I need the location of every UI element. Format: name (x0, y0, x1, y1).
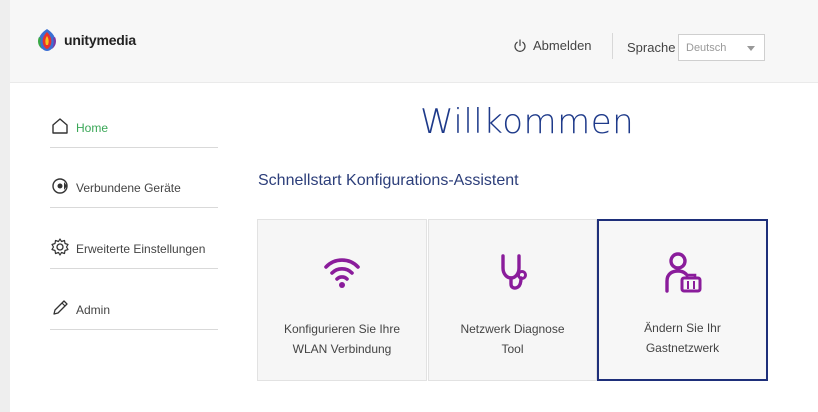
home-icon (52, 118, 68, 134)
tile-label: Netzwerk Diagnose Tool (429, 319, 596, 359)
section-title: Schnellstart Konfigurations-Assistent (258, 172, 519, 189)
tile-label-line1: Netzwerk Diagnose (460, 322, 565, 336)
tile-label-line2: Tool (501, 342, 524, 356)
top-header: unitymedia Abmelden Sprache Deutsch (10, 0, 818, 83)
pencil-icon (53, 300, 68, 315)
sidebar-item-label: Verbundene Geräte (76, 181, 181, 195)
chevron-down-icon (747, 46, 755, 51)
tile-label-line1: Ändern Sie Ihr (644, 321, 721, 335)
wlan-config-tile[interactable]: Konfigurieren Sie Ihre WLAN Verbindung (257, 219, 427, 381)
power-icon (514, 38, 526, 52)
network-diagnose-tile[interactable]: Netzwerk Diagnose Tool (428, 219, 597, 381)
language-selected-value: Deutsch (686, 42, 727, 54)
sidebar-item-devices[interactable]: Verbundene Geräte (50, 176, 218, 208)
guest-user-icon (664, 252, 701, 293)
tile-label: Ändern Sie Ihr Gastnetzwerk (599, 318, 766, 358)
sidebar-item-home[interactable]: Home (50, 116, 218, 148)
sidebar-item-advanced-settings[interactable]: Erweiterte Einstellungen (50, 237, 218, 269)
sidebar-item-label: Erweiterte Einstellungen (76, 242, 206, 256)
logout-label: Abmelden (533, 38, 592, 53)
tile-label: Konfigurieren Sie Ihre WLAN Verbindung (258, 319, 426, 359)
wifi-icon (324, 258, 360, 288)
tile-label-line1: Konfigurieren Sie Ihre (283, 322, 401, 336)
guest-network-tile[interactable]: Ändern Sie Ihr Gastnetzwerk (597, 219, 768, 381)
sidebar-item-label: Admin (76, 303, 111, 317)
sidebar-item-label: Home (76, 121, 109, 135)
logout-button[interactable]: Abmelden (513, 38, 592, 53)
language-select[interactable]: Deutsch (678, 34, 765, 61)
logo-text: unitymedia (64, 32, 136, 48)
gear-icon (51, 238, 69, 256)
tile-label-line2: Gastnetzwerk (645, 341, 720, 355)
header-divider (612, 33, 613, 59)
devices-icon (52, 178, 68, 194)
page-title: Willkommen (420, 102, 635, 142)
left-edge (0, 0, 10, 412)
tile-label-line2: WLAN Verbindung (292, 342, 392, 356)
language-label: Sprache (627, 40, 676, 55)
sidebar-item-admin[interactable]: Admin (50, 298, 218, 330)
unitymedia-logo[interactable]: unitymedia (34, 27, 136, 53)
unitymedia-logo-icon (38, 29, 56, 51)
stethoscope-icon (500, 254, 527, 290)
